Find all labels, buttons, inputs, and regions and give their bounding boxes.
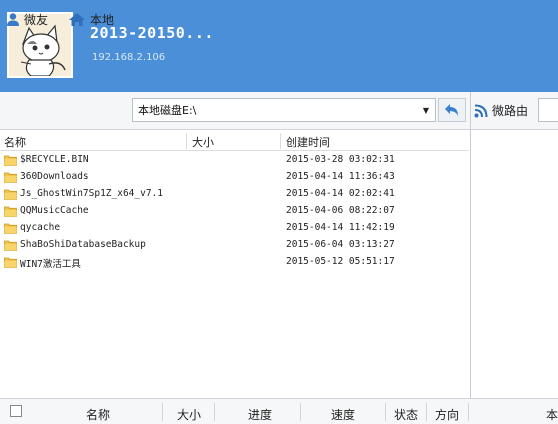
file-list-header: 名称 大小 创建时间	[0, 131, 469, 151]
file-created-time: 2015-05-12 05:51:17	[286, 256, 395, 267]
folder-icon	[4, 155, 17, 166]
file-name: QQMusicCache	[20, 205, 89, 216]
file-name: Js_GhostWin7Sp1Z_x64_v7.1	[20, 188, 163, 199]
column-separator[interactable]	[186, 133, 187, 149]
transfer-col-status[interactable]: 状态	[394, 406, 418, 423]
file-name: qycache	[20, 222, 61, 233]
column-separator[interactable]	[162, 403, 163, 421]
transfer-col-progress[interactable]: 进度	[248, 406, 272, 423]
dropdown-arrow-icon[interactable]: ▼	[417, 106, 435, 115]
router-panel	[471, 131, 558, 398]
weiyou-label: 微友	[24, 12, 49, 27]
file-created-time: 2015-06-04 03:13:27	[286, 239, 395, 250]
column-created-time[interactable]: 创建时间	[286, 134, 330, 150]
file-created-time: 2015-03-28 03:02:31	[286, 154, 395, 165]
file-row[interactable]: ShaBoShiDatabaseBackup 2015-06-04 03:13:2…	[0, 237, 469, 254]
file-row[interactable]: WIN7激活工具 2015-05-12 05:51:17	[0, 254, 469, 271]
column-name[interactable]: 名称	[4, 134, 26, 150]
weiyou-button[interactable]: 微友	[6, 10, 48, 28]
folder-icon	[4, 206, 17, 217]
file-name: $RECYCLE.BIN	[20, 154, 89, 165]
file-row[interactable]: $RECYCLE.BIN 2015-03-28 03:02:31	[0, 152, 469, 169]
file-created-time: 2015-04-06 08:22:07	[286, 205, 395, 216]
file-created-time: 2015-04-14 02:02:41	[286, 188, 395, 199]
folder-icon	[4, 240, 17, 251]
select-all-checkbox[interactable]	[10, 405, 22, 417]
back-arrow-icon	[445, 104, 458, 116]
folder-icon	[4, 189, 17, 200]
column-separator[interactable]	[280, 133, 281, 149]
transfer-col-direction[interactable]: 方向	[435, 406, 459, 423]
file-created-time: 2015-04-14 11:36:43	[286, 171, 395, 182]
column-separator[interactable]	[385, 403, 386, 421]
back-button[interactable]	[438, 98, 466, 122]
local-button[interactable]: 本地	[68, 10, 114, 28]
file-row[interactable]: 360Downloads 2015-04-14 11:36:43	[0, 169, 469, 186]
router-path-field[interactable]	[538, 98, 558, 122]
file-name: 360Downloads	[20, 171, 89, 182]
local-label: 本地	[90, 12, 115, 27]
file-row[interactable]: QQMusicCache 2015-04-06 08:22:07	[0, 203, 469, 220]
column-size[interactable]: 大小	[192, 134, 214, 150]
home-icon	[69, 12, 85, 26]
file-row[interactable]: qycache 2015-04-14 11:42:19	[0, 220, 469, 237]
folder-icon	[4, 172, 17, 183]
file-created-time: 2015-04-14 11:42:19	[286, 222, 395, 233]
column-separator[interactable]	[426, 403, 427, 421]
transfer-col-local[interactable]: 本	[546, 406, 558, 423]
folder-icon	[4, 223, 17, 234]
column-separator[interactable]	[214, 403, 215, 421]
rss-signal-icon	[474, 104, 488, 117]
file-list: $RECYCLE.BIN 2015-03-28 03:02:31 360Downlo…	[0, 152, 469, 271]
file-name: ShaBoShiDatabaseBackup	[20, 239, 146, 250]
file-row[interactable]: Js_GhostWin7Sp1Z_x64_v7.1 2015-04-14 02:0…	[0, 186, 469, 203]
folder-icon	[4, 257, 17, 268]
transfer-header: 名称 大小 进度 速度 状态 方向 本	[0, 398, 558, 424]
transfer-col-name[interactable]: 名称	[86, 406, 110, 423]
router-label: 微路由	[492, 104, 529, 118]
column-separator[interactable]	[468, 403, 469, 421]
user-icon	[7, 13, 19, 26]
column-separator[interactable]	[300, 403, 301, 421]
transfer-col-speed[interactable]: 速度	[331, 406, 355, 423]
transfer-col-size[interactable]: 大小	[177, 406, 201, 423]
device-ip: 192.168.2.106	[92, 52, 166, 63]
path-select[interactable]: 本地磁盘E:\ ▼	[132, 98, 436, 122]
router-button[interactable]: 微路由	[474, 102, 528, 119]
file-name: WIN7激活工具	[20, 259, 81, 270]
path-value: 本地磁盘E:\	[138, 104, 197, 117]
